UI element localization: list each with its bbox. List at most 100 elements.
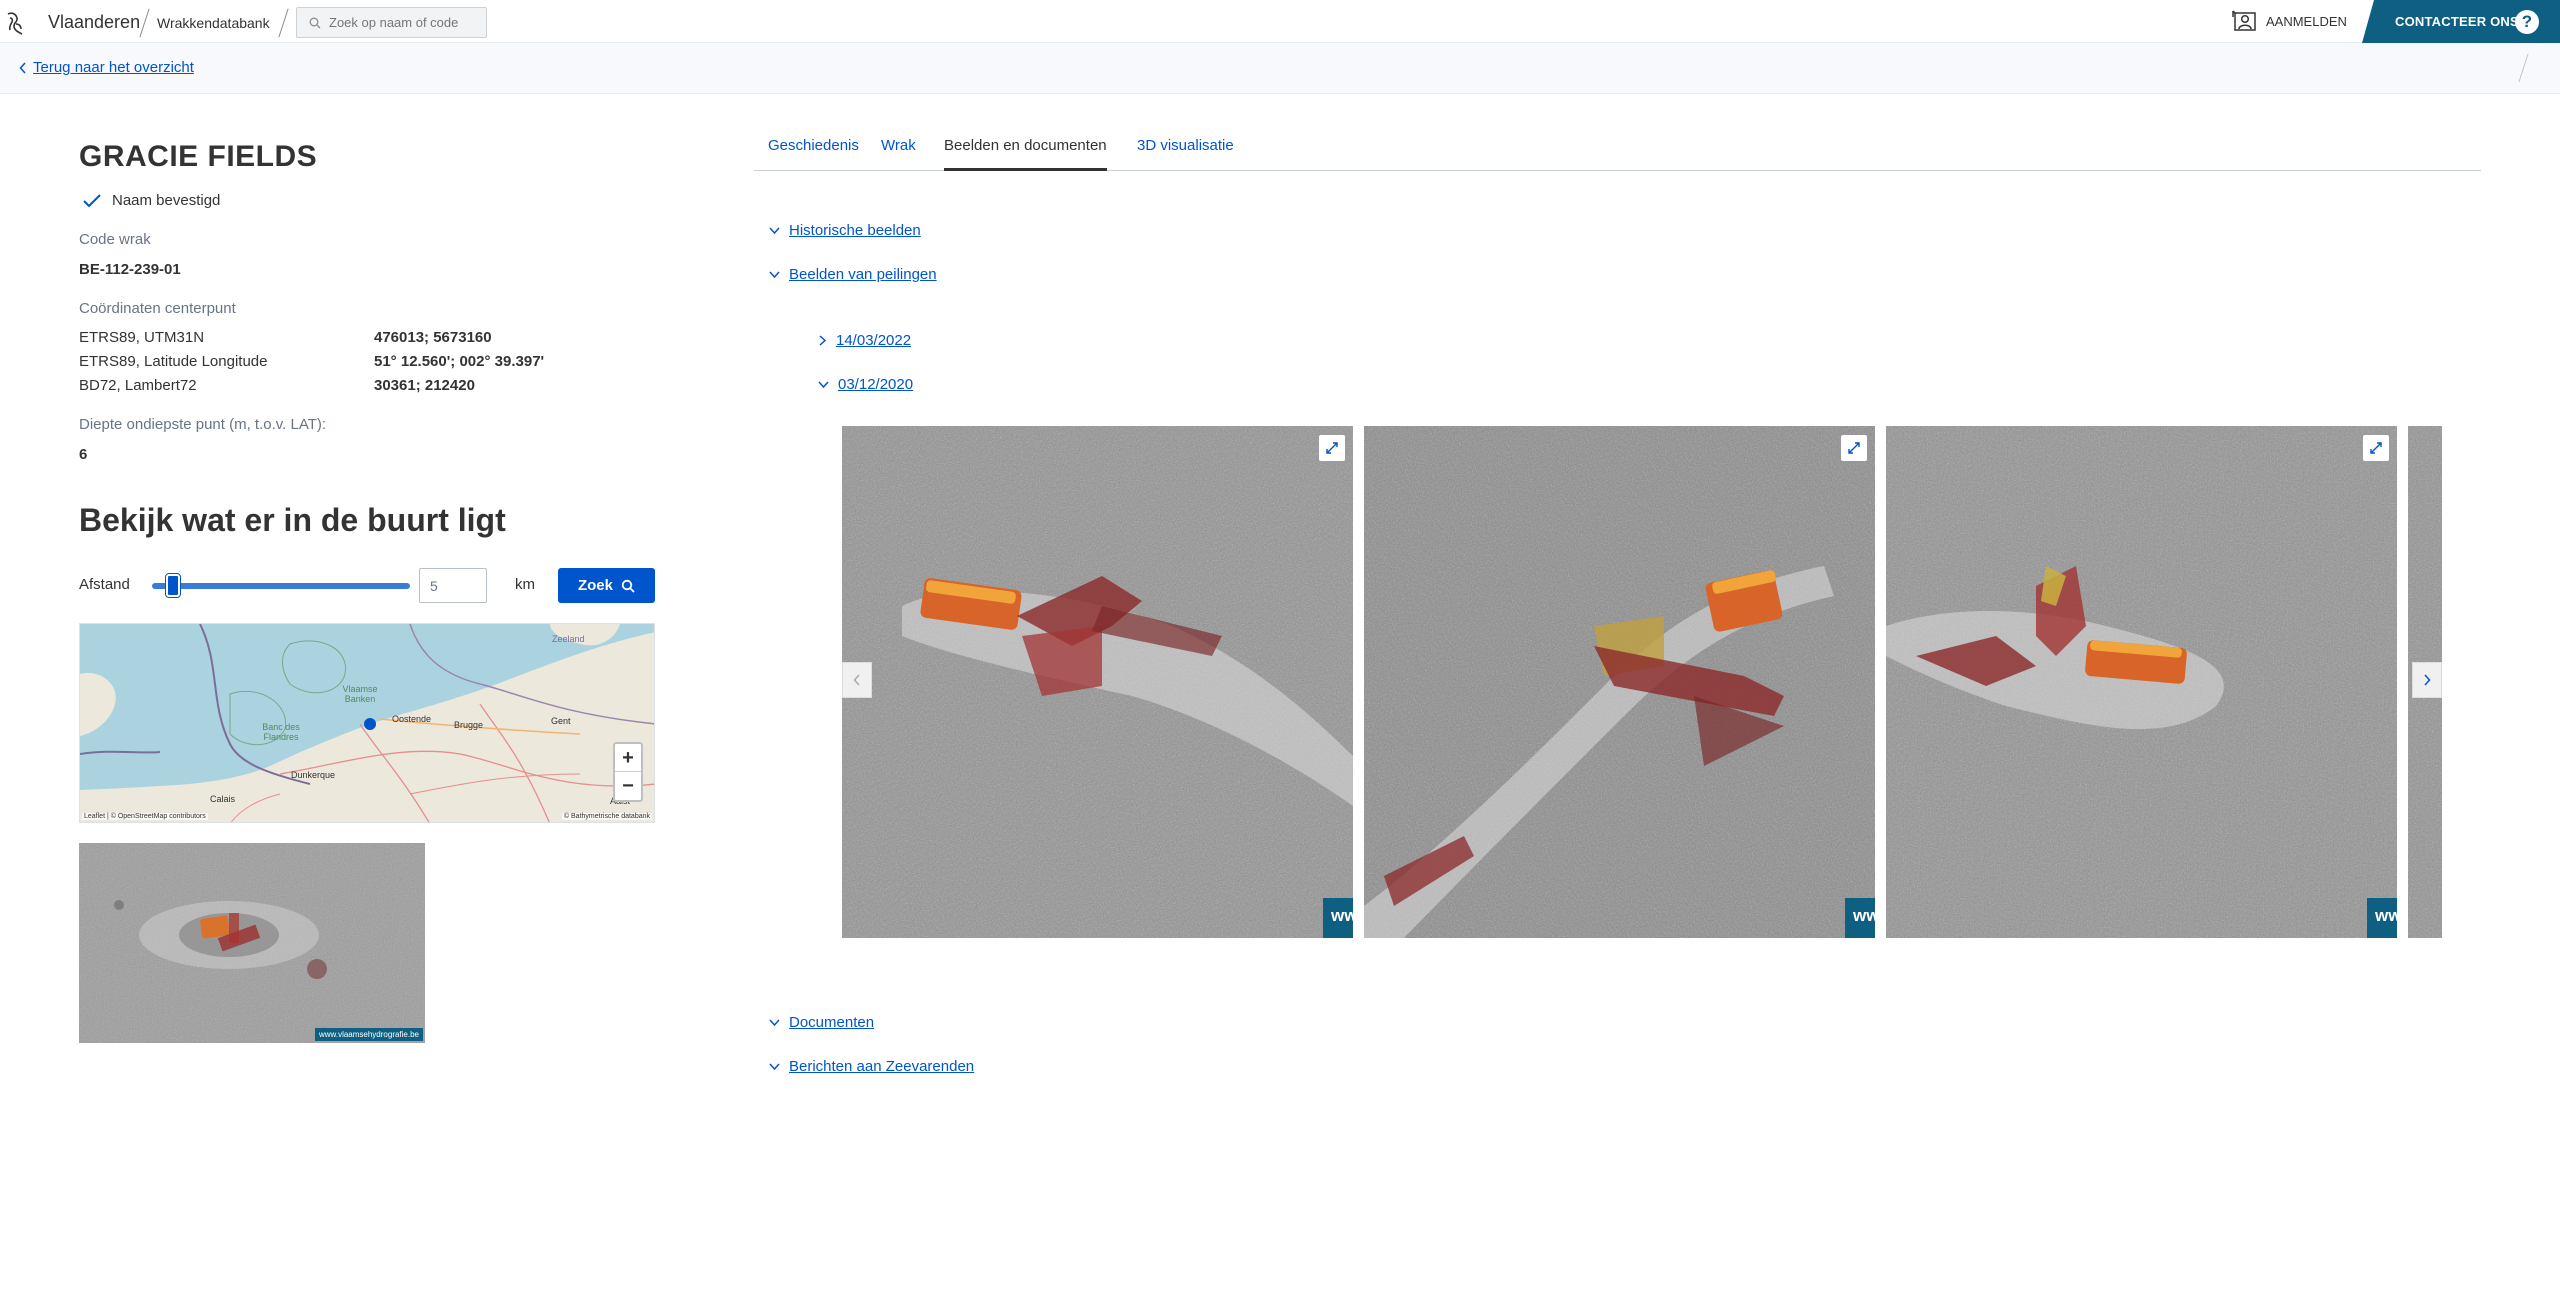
nearby-search-button[interactable]: Zoek (558, 568, 655, 603)
map-label: Oostende (392, 714, 432, 724)
chevron-down-icon (818, 381, 829, 389)
map-label: Banc des Flandres (262, 722, 300, 742)
wreck-title: GRACIE FIELDS (79, 140, 318, 173)
coords-label: Coördinaten centerpunt (79, 300, 236, 317)
user-login-icon (2232, 10, 2256, 31)
carousel-slide[interactable]: ww (1886, 426, 2397, 938)
accordion-label: Berichten aan Zeevarenden (789, 1058, 975, 1075)
coord-system: ETRS89, Latitude Longitude (79, 353, 268, 370)
nearby-heading: Bekijk wat er in de buurt ligt (79, 502, 506, 538)
chevron-down-icon (769, 1019, 780, 1027)
chevron-right-icon (2424, 674, 2431, 686)
expand-button[interactable] (2363, 435, 2389, 461)
coord-value: 476013; 5673160 (374, 329, 492, 346)
subheader: Terug naar het overzicht (0, 43, 2560, 94)
search-icon (309, 17, 321, 28)
map-label: Dunkerque (291, 770, 336, 780)
distance-label: Afstand (79, 576, 130, 593)
login-button[interactable]: AANMELDEN (2232, 10, 2347, 32)
contact-panel: CONTACTEER ONS ? (2362, 0, 2560, 43)
carousel-slide[interactable]: ww (1364, 426, 1875, 938)
expand-icon (2370, 442, 2382, 454)
map-attribution[interactable]: Leaflet | © OpenStreetMap contributors (82, 813, 208, 820)
tab-geschiedenis[interactable]: Geschiedenis (768, 137, 859, 171)
brand-name[interactable]: Vlaanderen (48, 12, 140, 33)
chevron-down-icon (769, 1063, 780, 1071)
nearby-search-label: Zoek (577, 577, 613, 594)
tab-beelden-en-documenten[interactable]: Beelden en documenten (944, 137, 1107, 171)
distance-unit: km (515, 576, 535, 593)
map-label: Vlaamse Banken (342, 684, 378, 704)
app-name[interactable]: Wrakkendatabank (157, 15, 270, 31)
survey-image-carousel: ww ww ww (842, 426, 2442, 938)
map-label: Calais (210, 794, 236, 804)
sonar-image (1364, 426, 1875, 938)
map-zoom-control: + − (613, 742, 643, 802)
tab-wrak[interactable]: Wrak (881, 137, 916, 171)
chevron-right-icon (819, 335, 827, 346)
code-value: BE-112-239-01 (79, 261, 181, 278)
back-link[interactable]: Terug naar het overzicht (19, 59, 194, 76)
header-divider (139, 8, 150, 38)
accordion-label: Documenten (789, 1014, 875, 1031)
map-label: Gent (551, 716, 571, 726)
tab-3d-visualisatie[interactable]: 3D visualisatie (1137, 137, 1234, 171)
accordion-documenten[interactable]: Documenten (769, 1014, 874, 1031)
chevron-down-icon (769, 271, 780, 279)
zoom-out-button[interactable]: − (615, 772, 641, 800)
chevron-down-icon (769, 227, 780, 235)
top-header: Vlaanderen Wrakkendatabank AANMELDEN CON… (0, 0, 2560, 43)
accordion-historische-beelden[interactable]: Historische beelden (769, 222, 921, 239)
carousel-prev-button[interactable] (842, 662, 872, 698)
chevron-left-icon (853, 674, 860, 686)
watermark-label: ww (2367, 898, 2397, 938)
accordion-label: Historische beelden (789, 222, 921, 239)
checkmark-icon (83, 193, 101, 207)
expand-button[interactable] (1841, 435, 1867, 461)
header-divider (278, 8, 289, 38)
accordion-survey-date[interactable]: 03/12/2020 (818, 376, 913, 393)
expand-button[interactable] (1319, 435, 1345, 461)
code-label: Code wrak (79, 231, 151, 248)
search-input[interactable] (329, 15, 479, 30)
accordion-survey-date[interactable]: 14/03/2022 (818, 332, 911, 349)
carousel-slide[interactable]: ww (842, 426, 1353, 938)
carousel-next-button[interactable] (2412, 662, 2442, 698)
subheader-divider (2518, 53, 2529, 83)
zoom-in-button[interactable]: + (615, 744, 641, 772)
wreck-thumbnail[interactable]: www.vlaamsehydrografie.be (79, 843, 425, 1043)
accordion-berichten-aan-zeevarenden[interactable]: Berichten aan Zeevarenden (769, 1058, 974, 1075)
sonar-image (842, 426, 1353, 938)
coord-system: ETRS89, UTM31N (79, 329, 205, 346)
search-box[interactable] (296, 7, 487, 38)
coord-value: 51° 12.560'; 002° 39.397' (374, 353, 545, 370)
watermark-label: ww (1323, 898, 1353, 938)
nearby-map[interactable]: Zeeland Vlaamse Banken Oostende Brugge B… (79, 623, 655, 823)
contact-button[interactable]: CONTACTEER ONS (2395, 14, 2519, 29)
sonar-thumbnail-image (79, 843, 425, 1043)
sonar-image (1886, 426, 2397, 938)
depth-label: Diepte ondiepste punt (m, t.o.v. LAT): (79, 416, 327, 433)
distance-slider-handle[interactable] (165, 573, 181, 598)
watermark-label: ww (1845, 898, 1875, 938)
name-status: Naam bevestigd (82, 192, 220, 209)
map-label: Zeeland (552, 634, 585, 644)
distance-slider-track[interactable] (152, 583, 410, 589)
help-icon[interactable]: ? (2515, 10, 2539, 34)
flemish-lion-logo-icon[interactable] (4, 10, 26, 36)
distance-input[interactable] (419, 568, 487, 603)
login-label: AANMELDEN (2266, 13, 2347, 29)
survey-date-label: 03/12/2020 (838, 376, 914, 393)
depth-value: 6 (79, 446, 88, 463)
coord-value: 30361; 212420 (374, 377, 475, 394)
survey-date-label: 14/03/2022 (836, 332, 912, 349)
search-icon (621, 579, 635, 593)
map-attribution-bathymetry[interactable]: © Bathymetrische databank (561, 813, 652, 820)
map-label: Brugge (454, 720, 484, 730)
accordion-beelden-van-peilingen[interactable]: Beelden van peilingen (769, 266, 937, 283)
expand-icon (1326, 442, 1338, 454)
accordion-label: Beelden van peilingen (789, 266, 937, 283)
chevron-left-icon (19, 61, 26, 74)
back-link-label: Terug naar het overzicht (33, 59, 194, 76)
watermark-label: www.vlaamsehydrografie.be (314, 1028, 423, 1041)
